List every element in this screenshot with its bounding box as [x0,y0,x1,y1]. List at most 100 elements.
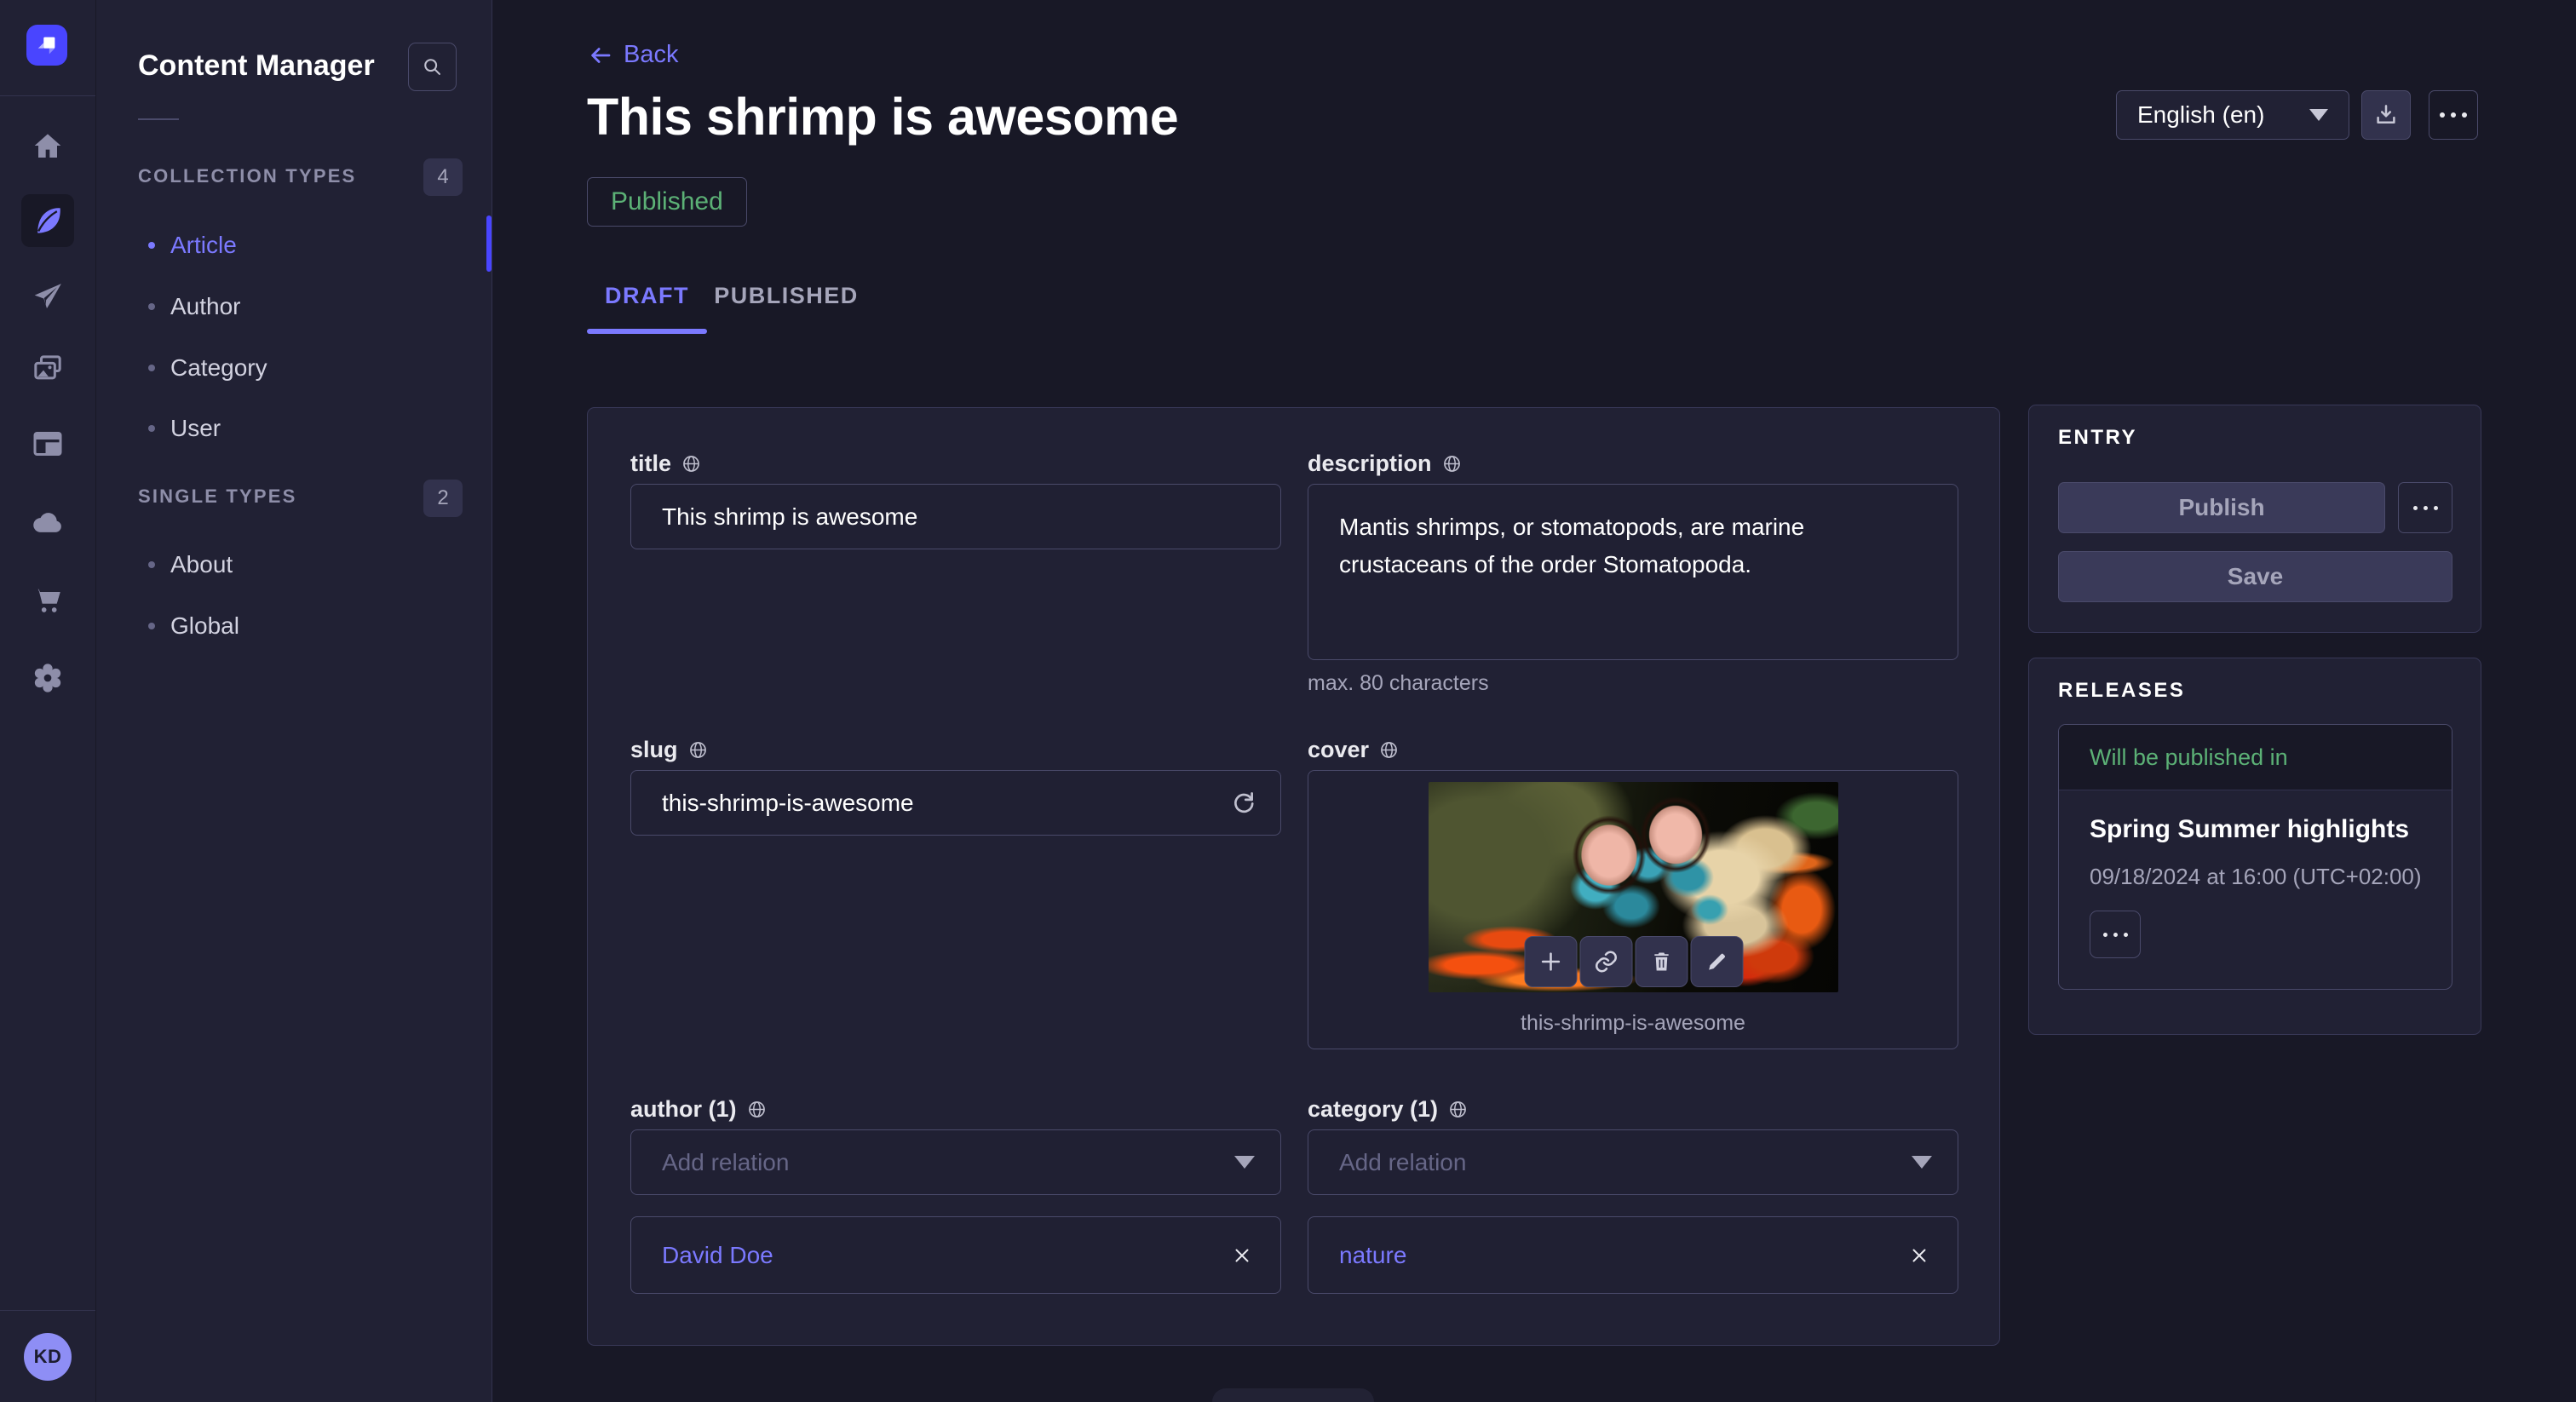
field-title: title This shrimp is awesome [630,451,1281,549]
chevron-down-icon [2309,109,2328,121]
category-relation-select[interactable]: Add relation [1308,1129,1958,1195]
release-title: Spring Summer highlights [2090,815,2409,844]
avatar[interactable]: KD [24,1333,72,1381]
globe-icon [681,453,702,474]
cart-icon[interactable] [29,582,66,619]
remove-relation-icon[interactable] [1908,1244,1930,1267]
edit-media-button[interactable] [1690,936,1743,987]
sidebar-item-global[interactable]: Global [138,596,453,656]
entry-form-card: title This shrimp is awesome description… [587,407,2000,1346]
author-relation-item: David Doe [630,1216,1281,1294]
sidebar-item-author[interactable]: Author [138,277,453,336]
relation-link[interactable]: David Doe [662,1242,773,1269]
search-button[interactable] [408,43,457,91]
globe-icon [1447,1099,1469,1120]
arrow-left-icon [588,43,613,68]
plus-icon [1538,949,1563,974]
remove-relation-icon[interactable] [1231,1244,1253,1267]
bullet-icon [148,623,155,629]
cover-actions [1524,936,1743,987]
scrollbar-thumb[interactable] [486,215,492,272]
globe-icon [687,739,709,761]
release-date: 09/18/2024 at 16:00 (UTC+02:00) [2090,864,2422,890]
delete-media-button[interactable] [1635,936,1688,987]
media-library-icon[interactable] [29,350,66,388]
author-relation-select[interactable]: Add relation [630,1129,1281,1195]
ellipsis-icon [2440,112,2467,118]
section-collection-types: COLLECTION TYPES [138,165,356,187]
add-media-button[interactable] [1524,936,1577,987]
tab-draft[interactable]: DRAFT [587,271,707,334]
field-description: description Mantis shrimps, or stomatopo… [1308,451,1958,696]
bullet-icon [148,303,155,310]
link-icon [1593,949,1619,974]
field-author: author (1) Add relation David Doe [630,1096,1281,1294]
settings-gear-icon[interactable] [29,659,66,697]
user-section: KD [0,1310,95,1402]
back-link[interactable]: Back [588,41,678,69]
locale-select[interactable]: English (en) [2116,90,2349,140]
release-more-button[interactable] [2090,911,2141,958]
release-card: Will be published in Spring Summer highl… [2058,724,2452,990]
releases-panel: RELEASES Will be published in Spring Sum… [2028,658,2481,1035]
cover-media-box: this-shrimp-is-awesome [1308,770,1958,1049]
pencil-icon [1705,950,1728,974]
version-tabs: DRAFT PUBLISHED [587,271,865,334]
globe-icon [1378,739,1400,761]
relation-link[interactable]: nature [1339,1242,1406,1269]
bullet-icon [148,365,155,371]
ellipsis-icon [2103,933,2128,937]
cover-filename: this-shrimp-is-awesome [1308,1011,1958,1036]
field-slug: slug this-shrimp-is-awesome [630,737,1281,836]
bullet-icon [148,561,155,568]
copy-link-button[interactable] [1579,936,1632,987]
chevron-down-icon [1234,1156,1255,1169]
download-icon [2373,102,2399,128]
description-textarea[interactable]: Mantis shrimps, or stomatopods, are mari… [1308,484,1958,660]
regenerate-slug-icon[interactable] [1229,788,1258,817]
search-icon [421,55,445,79]
content-manager-feather-icon[interactable] [21,194,74,247]
paper-plane-icon[interactable] [29,279,66,316]
publish-button[interactable]: Publish [2058,482,2385,533]
content-manager-sidebar: Content Manager COLLECTION TYPES 4 Artic… [96,0,492,1402]
single-types-count: 2 [423,480,463,517]
sidebar-title: Content Manager [138,49,375,83]
globe-icon [1441,453,1463,474]
main-nav-rail: KD [0,0,96,1402]
save-button[interactable]: Save [2058,551,2452,602]
divider [138,118,179,120]
sidebar-item-about[interactable]: About [138,535,453,595]
strapi-admin: KD Content Manager COLLECTION TYPES 4 Ar… [0,0,2576,1402]
layout-icon[interactable] [29,425,66,463]
sidebar-item-category[interactable]: Category [138,338,453,398]
slug-input[interactable]: this-shrimp-is-awesome [630,770,1281,836]
release-status: Will be published in [2059,725,2452,790]
trash-icon [1649,950,1673,974]
sidebar-item-user[interactable]: User [138,399,453,458]
home-icon[interactable] [29,128,66,165]
cloud-icon[interactable] [29,504,66,542]
collection-types-count: 4 [423,158,463,196]
chevron-down-icon [1912,1156,1932,1169]
cover-image[interactable] [1429,782,1838,992]
releases-heading: RELEASES [2058,679,2185,703]
ellipsis-icon [2413,506,2438,510]
bullet-icon [148,242,155,249]
field-category: category (1) Add relation nature [1308,1096,1958,1294]
globe-icon [746,1099,768,1120]
page-title: This shrimp is awesome [587,87,1178,147]
entry-heading: ENTRY [2058,426,2137,450]
tab-published[interactable]: PUBLISHED [707,271,865,334]
description-helper: max. 80 characters [1308,671,1958,696]
sidebar-item-article[interactable]: Article [138,215,453,275]
status-badge: Published [587,177,747,227]
entry-panel: ENTRY Publish Save [2028,405,2481,633]
entry-more-button[interactable] [2398,482,2452,533]
section-single-types: SINGLE TYPES [138,486,297,508]
strapi-logo[interactable] [26,25,67,66]
category-relation-item: nature [1308,1216,1958,1294]
header-more-button[interactable] [2429,90,2478,140]
title-input[interactable]: This shrimp is awesome [630,484,1281,549]
export-button[interactable] [2361,90,2411,140]
